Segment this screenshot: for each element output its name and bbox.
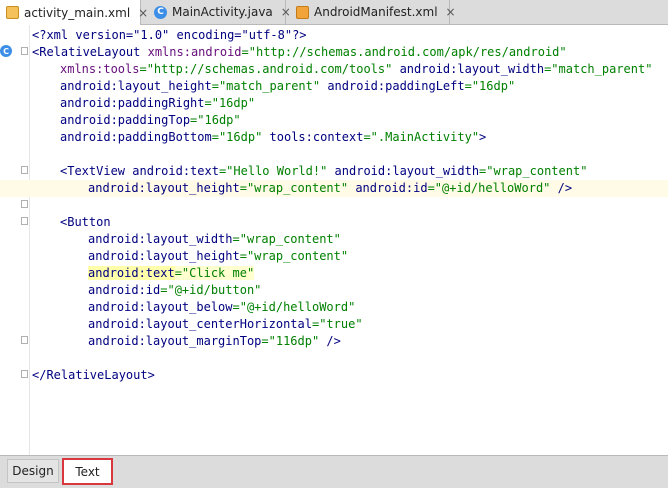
attr-name: xmlns:android: [147, 45, 242, 59]
code-line: android:layout_below="@+id/helloWord": [0, 299, 668, 316]
editor-tab-bar: activity_main.xml × C MainActivity.java …: [0, 0, 668, 25]
tag-open: <RelativeLayout: [32, 45, 148, 59]
manifest-file-icon: [296, 5, 309, 19]
code-editor[interactable]: C <?xml version="1.0" encoding="utf-8"?>…: [0, 25, 668, 455]
tab-label: activity_main.xml: [24, 5, 131, 20]
code-line: android:id="@+id/button": [0, 282, 668, 299]
attr-name: android:layout_height: [88, 181, 240, 195]
attr-value: ="http://schemas.android.com/tools": [139, 62, 393, 76]
attr-name: tools:context: [262, 130, 364, 144]
attr-name: xmlns:tools: [60, 62, 140, 76]
attr-value: ="16dp": [464, 79, 516, 93]
attr-eq: =: [241, 45, 249, 59]
attr-value: ="16dp": [211, 130, 263, 144]
attr-name: android:layout_width: [327, 164, 480, 178]
code-line: <RelativeLayout xmlns:android="http://sc…: [0, 44, 668, 61]
code-line: <TextView android:text="Hello World!" an…: [0, 163, 668, 180]
code-line: android:layout_height="wrap_content": [0, 248, 668, 265]
attr-name: android:layout_width: [88, 232, 233, 246]
close-tab-icon[interactable]: ×: [446, 5, 456, 19]
attr-value: ="wrap_content": [479, 164, 588, 178]
attr-value: ="Hello World!": [218, 164, 328, 178]
attr-name: android:paddingTop: [60, 113, 191, 127]
attr-name: android:layout_height: [60, 79, 212, 93]
xml-declaration: <?xml version="1.0" encoding="utf-8"?>: [32, 28, 307, 42]
attr-value: ="16dp": [190, 113, 241, 127]
attr-name: android:paddingLeft: [320, 79, 465, 93]
tab-text[interactable]: Text: [62, 458, 113, 485]
attr-name: android:layout_width: [392, 62, 545, 76]
attr-name: android:text: [132, 164, 219, 178]
attr-value: =".MainActivity": [363, 130, 480, 144]
attr-value: ="16dp": [204, 96, 256, 110]
tab-activity-main-xml[interactable]: activity_main.xml ×: [0, 0, 148, 25]
xml-file-icon: [6, 6, 19, 19]
editor-mode-bar: Design Text: [0, 455, 668, 488]
code-line: android:paddingBottom="16dp" tools:conte…: [0, 129, 668, 146]
attr-name: android:paddingRight: [60, 96, 205, 110]
tag-open: <TextView: [60, 164, 133, 178]
code-line: xmlns:tools="http://schemas.android.com/…: [0, 61, 668, 78]
attr-value: ="@+id/helloWord": [232, 300, 356, 314]
code-line: android:layout_centerHorizontal="true": [0, 316, 668, 333]
attr-name: android:layout_centerHorizontal: [88, 317, 312, 331]
class-c-icon: C: [154, 5, 167, 19]
attr-value: ="wrap_content": [232, 232, 341, 246]
attr-value: ="match_parent": [544, 62, 653, 76]
attr-name-warning: android:text: [88, 266, 175, 280]
attr-value: ="@+id/helloWord": [427, 181, 551, 195]
attr-value: ="wrap_content": [239, 249, 349, 263]
code-line: android:paddingTop="16dp": [0, 112, 668, 129]
tab-main-activity-java[interactable]: C MainActivity.java ×: [148, 0, 291, 24]
attr-name: android:id: [348, 181, 428, 195]
attr-value: ="true": [311, 317, 363, 331]
code-line: </RelativeLayout>: [0, 367, 668, 384]
tab-design[interactable]: Design: [7, 459, 59, 483]
tab-android-manifest-xml[interactable]: AndroidManifest.xml ×: [290, 0, 456, 24]
code-line: <?xml version="1.0" encoding="utf-8"?>: [0, 27, 668, 44]
code-line: android:layout_width="wrap_content": [0, 231, 668, 248]
attr-name: android:paddingBottom: [60, 130, 212, 144]
tag-close: >: [479, 130, 487, 144]
attr-name: android:layout_marginTop: [88, 334, 262, 348]
attr-value: ="wrap_content": [239, 181, 349, 195]
code-line: android:layout_marginTop="116dp" />: [0, 333, 668, 350]
tag-close: />: [550, 181, 573, 195]
attr-name: android:layout_below: [88, 300, 233, 314]
attr-name: android:id: [88, 283, 161, 297]
code-line: android:text="Click me": [0, 265, 668, 282]
close-tab-icon[interactable]: ×: [138, 6, 148, 20]
tag-open: <Button: [60, 215, 111, 229]
tab-label: AndroidManifest.xml: [314, 5, 438, 19]
attr-value: ="match_parent": [211, 79, 321, 93]
code-line: android:paddingRight="16dp": [0, 95, 668, 112]
code-line: <Button: [0, 214, 668, 231]
tag-close: </RelativeLayout>: [32, 368, 155, 382]
attr-name: android:layout_height: [88, 249, 240, 263]
attr-value: ="@+id/button": [160, 283, 262, 297]
attr-value-warning: ="Click me": [174, 266, 255, 280]
code-line: android:layout_height="match_parent" and…: [0, 78, 668, 95]
tag-close: />: [319, 334, 341, 348]
attr-value: ="116dp": [261, 334, 320, 348]
tab-label: MainActivity.java: [172, 5, 273, 19]
attr-value: "http://schemas.android.com/apk/res/andr…: [248, 45, 567, 59]
code-line-current: android:layout_height="wrap_content" and…: [0, 180, 668, 197]
